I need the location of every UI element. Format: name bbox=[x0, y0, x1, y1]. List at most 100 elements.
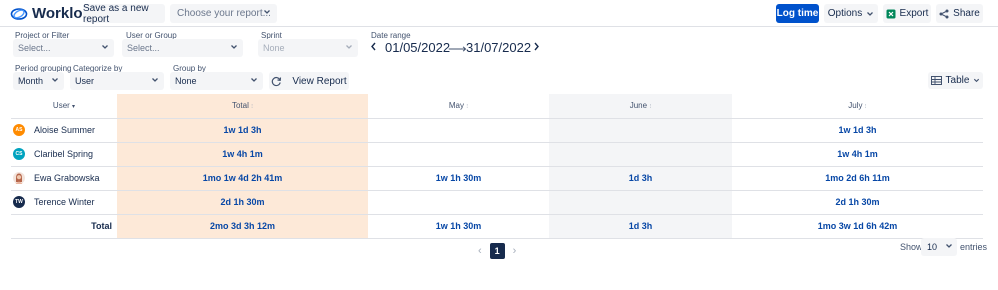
sprint-select[interactable]: None bbox=[258, 39, 358, 57]
may-cell[interactable] bbox=[368, 142, 549, 167]
arrow-right-icon: ⟶ bbox=[448, 41, 467, 56]
column-header-total[interactable]: Total ⁝ bbox=[117, 94, 368, 119]
may-cell[interactable] bbox=[368, 118, 549, 143]
july-cell[interactable]: 1mo 2d 6h 11m bbox=[732, 166, 983, 191]
column-header-user[interactable]: User ▾ bbox=[11, 94, 117, 119]
categorize-by-value: User bbox=[75, 76, 95, 86]
total-cell[interactable]: 1mo 1w 4d 2h 41m bbox=[117, 166, 368, 191]
june-cell[interactable] bbox=[549, 118, 732, 143]
user-cell: Ewa Grabowska bbox=[11, 166, 117, 191]
user-group-select[interactable]: Select... bbox=[122, 39, 243, 57]
user-name[interactable]: Ewa Grabowska bbox=[34, 173, 100, 183]
log-time-button[interactable]: Log time bbox=[776, 4, 819, 23]
june-cell[interactable] bbox=[549, 142, 732, 167]
export-label: Export bbox=[899, 8, 929, 19]
date-range-end[interactable]: 31/07/2022 bbox=[466, 40, 531, 55]
grand-total-cell[interactable]: 2mo 3d 3h 12m bbox=[117, 214, 368, 239]
chevron-down-icon bbox=[52, 78, 58, 82]
view-report-label: View Report bbox=[292, 75, 347, 87]
total-cell[interactable]: 1w 1d 3h bbox=[117, 118, 368, 143]
july-cell[interactable]: 1w 1d 3h bbox=[732, 118, 983, 143]
group-by-select[interactable]: None bbox=[170, 72, 263, 90]
column-header-may[interactable]: May ⁝ bbox=[368, 94, 549, 119]
worklogs-table: User ▾ Total ⁝ May ⁝ June ⁝ July ⁝ AS Al… bbox=[11, 94, 983, 239]
july-total-cell[interactable]: 1mo 3w 1d 6h 42m bbox=[732, 214, 983, 239]
top-bar: Worklogs Save as a new report Choose you… bbox=[0, 0, 998, 27]
page-size-select[interactable]: 10 bbox=[921, 238, 957, 256]
avatar bbox=[13, 172, 25, 184]
table-row: Ewa Grabowska 1mo 1w 4d 2h 41m 1w 1h 30m… bbox=[11, 166, 983, 191]
sprint-value: None bbox=[263, 43, 285, 53]
entries-label: entries bbox=[960, 242, 988, 252]
spreadsheet-icon bbox=[886, 9, 896, 18]
user-cell: TW Terence Winter bbox=[11, 190, 117, 215]
avatar: TW bbox=[13, 196, 25, 208]
project-filter-value: Select... bbox=[18, 43, 51, 53]
chevron-down-icon bbox=[251, 78, 257, 82]
chevron-down-icon bbox=[264, 10, 270, 14]
show-label: Show bbox=[900, 242, 923, 252]
share-label: Share bbox=[953, 8, 980, 19]
period-grouping-select[interactable]: Month bbox=[13, 72, 64, 90]
view-mode-button[interactable]: Table bbox=[928, 72, 983, 89]
user-cell: AS Aloise Summer bbox=[11, 118, 117, 143]
report-select-placeholder: Choose your report... bbox=[177, 8, 271, 19]
prev-page-chevron-icon[interactable]: ‹ bbox=[478, 245, 482, 257]
user-name[interactable]: Terence Winter bbox=[34, 197, 95, 207]
save-as-new-report-button[interactable]: Save as a new report bbox=[83, 3, 165, 25]
table-header-row: User ▾ Total ⁝ May ⁝ June ⁝ July ⁝ bbox=[11, 94, 983, 119]
chevron-down-icon bbox=[867, 11, 874, 16]
july-cell[interactable]: 2d 1h 30m bbox=[732, 190, 983, 215]
chevron-down-icon bbox=[346, 45, 352, 49]
date-range-start[interactable]: 01/05/2022 bbox=[385, 40, 450, 55]
june-cell[interactable]: 1d 3h bbox=[549, 166, 732, 191]
next-page-chevron-icon[interactable]: › bbox=[513, 245, 517, 257]
chevron-down-icon bbox=[102, 45, 108, 49]
table-row: CS Claribel Spring 1w 4h 1m 1w 4h 1m bbox=[11, 142, 983, 167]
table-row: TW Terence Winter 2d 1h 30m 2d 1h 30m bbox=[11, 190, 983, 215]
chevron-down-icon bbox=[974, 78, 980, 83]
table-row: AS Aloise Summer 1w 1d 3h 1w 1d 3h bbox=[11, 118, 983, 143]
worklogs-logo-icon bbox=[10, 8, 28, 20]
share-button[interactable]: Share bbox=[936, 4, 983, 23]
project-filter-select[interactable]: Select... bbox=[13, 39, 114, 57]
avatar: AS bbox=[13, 124, 25, 136]
date-range-label: Date range bbox=[371, 31, 411, 40]
june-cell[interactable] bbox=[549, 190, 732, 215]
date-prev-chevron-icon[interactable] bbox=[370, 42, 377, 54]
share-icon bbox=[939, 9, 949, 18]
view-mode-label: Table bbox=[945, 75, 970, 86]
page-number-current[interactable]: 1 bbox=[489, 243, 505, 259]
user-name[interactable]: Aloise Summer bbox=[34, 125, 95, 135]
may-cell[interactable] bbox=[368, 190, 549, 215]
options-label: Options bbox=[827, 8, 863, 19]
total-cell[interactable]: 2d 1h 30m bbox=[117, 190, 368, 215]
user-name[interactable]: Claribel Spring bbox=[34, 149, 93, 159]
chevron-down-icon bbox=[231, 45, 237, 49]
user-group-value: Select... bbox=[127, 43, 160, 53]
chevron-down-icon bbox=[946, 244, 952, 248]
options-button[interactable]: Options bbox=[824, 4, 878, 23]
pagination: ‹ 1 › bbox=[478, 243, 516, 259]
refresh-icon bbox=[272, 76, 282, 86]
user-cell: CS Claribel Spring bbox=[11, 142, 117, 167]
chevron-down-icon bbox=[152, 78, 158, 82]
column-header-july[interactable]: July ⁝ bbox=[732, 94, 983, 119]
may-total-cell[interactable]: 1w 1h 30m bbox=[368, 214, 549, 239]
view-report-button[interactable]: View Report bbox=[269, 72, 349, 90]
report-select[interactable]: Choose your report... bbox=[170, 4, 277, 23]
categorize-by-select[interactable]: User bbox=[70, 72, 164, 90]
table-icon bbox=[930, 76, 942, 85]
totals-row: Total 2mo 3d 3h 12m 1w 1h 30m 1d 3h 1mo … bbox=[11, 214, 983, 239]
group-by-value: None bbox=[175, 76, 197, 86]
column-header-june[interactable]: June ⁝ bbox=[549, 94, 732, 119]
avatar: CS bbox=[13, 148, 25, 160]
period-grouping-value: Month bbox=[18, 76, 44, 86]
july-cell[interactable]: 1w 4h 1m bbox=[732, 142, 983, 167]
totals-label: Total bbox=[11, 214, 117, 239]
may-cell[interactable]: 1w 1h 30m bbox=[368, 166, 549, 191]
export-button[interactable]: Export bbox=[883, 4, 931, 23]
june-total-cell[interactable]: 1d 3h bbox=[549, 214, 732, 239]
date-next-chevron-icon[interactable] bbox=[533, 42, 540, 54]
total-cell[interactable]: 1w 4h 1m bbox=[117, 142, 368, 167]
